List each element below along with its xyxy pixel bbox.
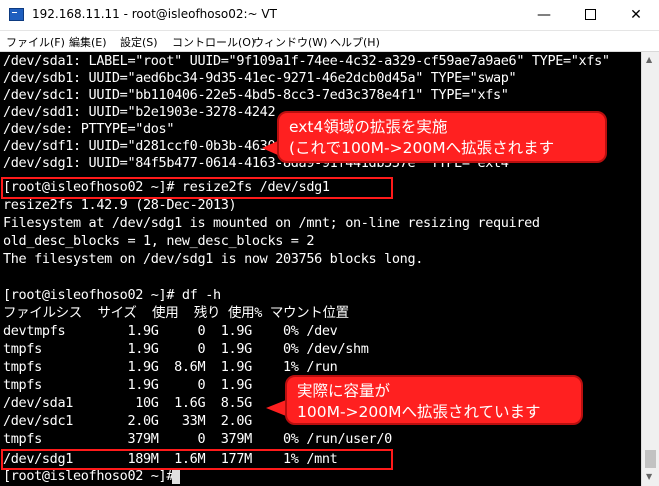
menu-help[interactable]: ヘルプ(H): [330, 34, 380, 50]
menu-edit[interactable]: 編集(E): [69, 34, 107, 50]
terminal-line: /dev/sdc1: UUID="bb110406-22e5-4bd5-8cc3…: [3, 87, 509, 103]
terminal-line: /dev/sdf1: UUID="d281ccf0-0b3b-4630: [3, 138, 276, 154]
menu-bar: ファイル(F) 編集(E) 設定(S) コントロール(O) ウィンドウ(W) ヘ…: [0, 31, 659, 52]
terminal-line: old_desc_blocks = 1, new_desc_blocks = 2: [3, 233, 315, 249]
terminal-line: tmpfs 379M 0 379M 0% /run/user/0: [3, 431, 392, 447]
maximize-icon: [584, 8, 596, 20]
terminal-app-icon[interactable]: [9, 8, 24, 21]
menu-control[interactable]: コントロール(O): [172, 34, 255, 50]
terminal-line: [root@isleofhoso02 ~]#: [3, 468, 182, 484]
terminal-line: tmpfs 1.9G 0 1.9G: [3, 377, 252, 393]
scroll-thumb[interactable]: [645, 450, 656, 468]
callout-pointer: [266, 400, 286, 416]
terminal-line: tmpfs 1.9G 0 1.9G 0% /dev/shm: [3, 341, 369, 357]
scroll-down-arrow-icon[interactable]: ▼: [646, 472, 652, 481]
terminal-line: /dev/sdd1: UUID="b2e1903e-3278-4242: [3, 104, 276, 120]
terminal-line: Filesystem at /dev/sdg1 is mounted on /m…: [3, 215, 540, 231]
window-title: 192.168.11.11 - root@isleofhoso02:~ VT: [32, 7, 277, 21]
callout-resize-note: ext4領域の拡張を実施 (これで100M->200Mへ拡張されます: [277, 111, 607, 163]
callout-text: 100M->200Mへ拡張されています: [297, 403, 541, 421]
title-bar: 192.168.11.11 - root@isleofhoso02:~ VT —…: [0, 0, 659, 31]
vertical-scrollbar[interactable]: ▲ ▼: [641, 52, 659, 486]
terminal-line: devtmpfs 1.9G 0 1.9G 0% /dev: [3, 323, 338, 339]
close-button[interactable]: ✕: [613, 0, 659, 30]
menu-settings[interactable]: 設定(S): [120, 34, 158, 50]
highlight-resize-command: [1, 177, 393, 199]
terminal-line: /dev/sdb1: UUID="aed6bc34-9d35-41ec-9271…: [3, 70, 517, 86]
minimize-button[interactable]: —: [521, 0, 567, 30]
terminal-line: /dev/sde: PTTYPE="dos": [3, 121, 175, 137]
scroll-up-arrow-icon[interactable]: ▲: [646, 55, 652, 64]
terminal-line: ファイルシス サイズ 使用 残り 使用% マウント位置: [3, 305, 349, 321]
callout-capacity-note: 実際に容量が 100M->200Mへ拡張されています: [285, 375, 583, 425]
terminal-line: /dev/sda1 10G 1.6G 8.5G: [3, 395, 252, 411]
highlight-sdg1-row: [1, 449, 393, 470]
callout-text: 実際に容量が: [297, 382, 391, 400]
terminal-line: The filesystem on /dev/sdg1 is now 20375…: [3, 251, 423, 267]
maximize-button[interactable]: [567, 0, 613, 30]
terminal-line: /dev/sda1: LABEL="root" UUID="9f109a1f-7…: [3, 53, 610, 69]
menu-file[interactable]: ファイル(F): [6, 34, 65, 50]
terminal-line: resize2fs 1.42.9 (28-Dec-2013): [3, 197, 237, 213]
terminal-cursor: [172, 469, 180, 484]
terminal-line: [root@isleofhoso02 ~]# df -h: [3, 287, 221, 303]
callout-text: ext4領域の拡張を実施: [289, 118, 448, 136]
terminal-line: tmpfs 1.9G 8.6M 1.9G 1% /run: [3, 359, 338, 375]
callout-text: (これで100M->200Mへ拡張されます: [289, 139, 555, 157]
menu-window[interactable]: ウィンドウ(W): [253, 34, 327, 50]
terminal-line: /dev/sdc1 2.0G 33M 2.0G: [3, 413, 252, 429]
